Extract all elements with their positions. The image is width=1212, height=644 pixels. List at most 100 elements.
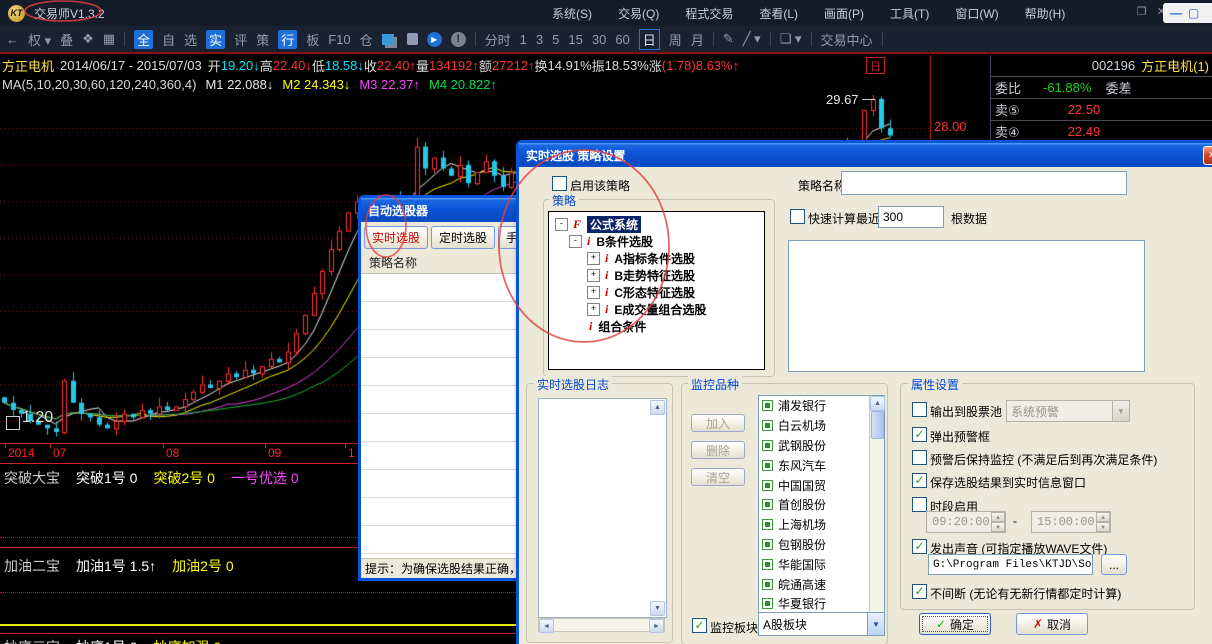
monitored-stock-list[interactable]: ▲ ▼ 浦发银行白云机场武钢股份东风汽车中国国贸首创股份上海机场包钢股份华能国际… xyxy=(758,395,885,635)
time-window-checkbox[interactable] xyxy=(912,497,927,512)
trade-center-button[interactable]: 交易中心 xyxy=(821,30,873,49)
period-30[interactable]: 30 xyxy=(592,32,606,47)
toolbar-item-实[interactable]: 实 xyxy=(206,30,225,49)
menu-item-2[interactable]: 程式交易 xyxy=(685,5,733,22)
toolbar-item-自[interactable]: 自 xyxy=(162,30,175,49)
toolbar-item-全[interactable]: 全 xyxy=(134,30,153,49)
toolbar-item-评[interactable]: 评 xyxy=(234,30,247,49)
sound-path-input[interactable]: G:\Program Files\KTJD\Sound xyxy=(928,554,1093,575)
menu-item-5[interactable]: 工具(T) xyxy=(890,5,929,22)
scroll-right-icon[interactable]: ► xyxy=(649,619,664,633)
scroll-down-icon[interactable]: ▼ xyxy=(650,601,665,616)
collapse-icon[interactable]: - xyxy=(555,218,568,231)
toolbar-item-板[interactable]: 板 xyxy=(306,30,319,49)
expand-icon[interactable]: + xyxy=(587,286,600,299)
quick-calc-input[interactable]: 300 xyxy=(878,206,944,228)
tree-row-3[interactable]: +iB走势特征选股 xyxy=(549,267,764,284)
strategy-list[interactable] xyxy=(361,274,521,558)
menu-item-1[interactable]: 交易(Q) xyxy=(618,5,659,22)
restore-icon[interactable]: ❐ xyxy=(1137,5,1147,18)
monitor-board-checkbox[interactable]: ✓ xyxy=(692,618,707,633)
browse-button[interactable]: ... xyxy=(1101,554,1127,575)
stock-list-item[interactable]: 东风汽车 xyxy=(759,455,884,475)
stock-list-item[interactable]: 华能国际 xyxy=(759,554,884,574)
period-分时[interactable]: 分时 xyxy=(485,30,511,49)
menu-item-6[interactable]: 窗口(W) xyxy=(955,5,998,22)
strategy-list-row[interactable] xyxy=(361,526,521,554)
enable-strategy-checkbox[interactable] xyxy=(552,176,567,191)
expand-icon[interactable]: + xyxy=(587,252,600,265)
stock-list-item[interactable]: 包钢股份 xyxy=(759,535,884,555)
tree-row-4[interactable]: +iC形态特征选股 xyxy=(549,284,764,301)
strategy-name-input[interactable] xyxy=(841,171,1127,195)
tree-row-2[interactable]: +iA指标条件选股 xyxy=(549,250,764,267)
toolbar-item-仓[interactable]: 仓 xyxy=(360,30,373,49)
menu-item-0[interactable]: 系统(S) xyxy=(552,5,592,22)
scroll-left-icon[interactable]: ◄ xyxy=(539,619,554,633)
strategy-list-row[interactable] xyxy=(361,274,521,302)
ruler-icon[interactable]: ▦ xyxy=(103,31,115,47)
log-box[interactable]: ▲ ▼ xyxy=(538,398,667,618)
board-combobox[interactable]: A股板块 ▼ xyxy=(758,612,885,636)
stock-list-item[interactable]: 中国国贸 xyxy=(759,475,884,495)
picker-tab-0[interactable]: 实时选股 xyxy=(364,226,428,249)
layers-icon[interactable] xyxy=(382,34,394,45)
period-5[interactable]: 5 xyxy=(552,32,559,47)
toolbar-item-选[interactable]: 选 xyxy=(184,30,197,49)
rights-button[interactable]: 权 ▾ xyxy=(28,30,51,49)
strategy-list-row[interactable] xyxy=(361,498,521,526)
strategy-tree[interactable]: -F公式系统-iB条件选股+iA指标条件选股+iB走势特征选股+iC形态特征选股… xyxy=(548,211,765,370)
ok-button[interactable]: ✓ 确定 xyxy=(919,613,991,635)
period-月[interactable]: 月 xyxy=(691,30,704,49)
period-3[interactable]: 3 xyxy=(536,32,543,47)
nav-back-icon[interactable]: ← xyxy=(6,32,19,47)
period-日[interactable]: 日 xyxy=(639,29,660,50)
tree-row-1[interactable]: -iB条件选股 xyxy=(549,233,764,250)
alert-icon[interactable]: ! xyxy=(451,32,466,47)
scroll-up-icon[interactable]: ▲ xyxy=(650,400,665,415)
stock-list-item[interactable]: 武钢股份 xyxy=(759,436,884,456)
line-tool-icon[interactable]: ╱ ▾ xyxy=(743,31,761,47)
add-button[interactable]: 加入 xyxy=(691,414,745,432)
strategy-list-row[interactable] xyxy=(361,386,521,414)
menu-item-4[interactable]: 画面(P) xyxy=(824,5,864,22)
period-1[interactable]: 1 xyxy=(520,32,527,47)
cancel-button[interactable]: ✗ 取消 xyxy=(1016,613,1088,635)
toolbar-item-策[interactable]: 策 xyxy=(256,30,269,49)
quick-calc-checkbox[interactable] xyxy=(790,209,805,224)
strategy-list-row[interactable] xyxy=(361,302,521,330)
expand-icon[interactable]: + xyxy=(587,269,600,282)
stock-list-item[interactable]: 白云机场 xyxy=(759,416,884,436)
keep-monitor-checkbox[interactable] xyxy=(912,450,927,465)
scrollbar-thumb[interactable] xyxy=(871,411,884,439)
minimize-icon[interactable]: — xyxy=(1170,6,1182,20)
expand-icon[interactable]: + xyxy=(587,303,600,316)
period-15[interactable]: 15 xyxy=(568,32,582,47)
copy-icon[interactable]: ❏ ▾ xyxy=(780,31,802,47)
popup-alert-checkbox[interactable]: ✓ xyxy=(912,427,927,442)
strategy-list-row[interactable] xyxy=(361,414,521,442)
scroll-up-icon[interactable]: ▲ xyxy=(870,396,885,411)
strategy-name-column-header[interactable]: 策略名称 xyxy=(361,252,521,274)
stock-list-item[interactable]: 浦发银行 xyxy=(759,396,884,416)
strategy-list-row[interactable] xyxy=(361,470,521,498)
collapse-icon[interactable]: - xyxy=(569,235,582,248)
menu-item-7[interactable]: 帮助(H) xyxy=(1025,5,1066,22)
dialog-close-icon[interactable]: ✕ xyxy=(1203,146,1212,165)
chevron-down-icon[interactable]: ▼ xyxy=(867,613,884,635)
period-周[interactable]: 周 xyxy=(669,30,682,49)
stock-list-item[interactable]: 上海机场 xyxy=(759,515,884,535)
play-icon[interactable]: ▶ xyxy=(427,32,442,47)
hand-icon[interactable]: ❖ xyxy=(82,31,94,47)
strategy-list-row[interactable] xyxy=(361,358,521,386)
stock-list-scrollbar[interactable]: ▲ ▼ xyxy=(869,396,884,634)
sound-checkbox[interactable]: ✓ xyxy=(912,539,927,554)
tree-row-0[interactable]: -F公式系统 xyxy=(549,216,764,233)
continuous-checkbox[interactable]: ✓ xyxy=(912,584,927,599)
save-result-checkbox[interactable]: ✓ xyxy=(912,473,927,488)
lock-icon[interactable] xyxy=(407,33,418,45)
toolbar-item-F10[interactable]: F10 xyxy=(328,32,350,47)
clear-button[interactable]: 清空 xyxy=(691,468,745,486)
log-hscrollbar[interactable]: ◄ ► xyxy=(538,618,665,632)
stock-list-item[interactable]: 华夏银行 xyxy=(759,594,884,614)
